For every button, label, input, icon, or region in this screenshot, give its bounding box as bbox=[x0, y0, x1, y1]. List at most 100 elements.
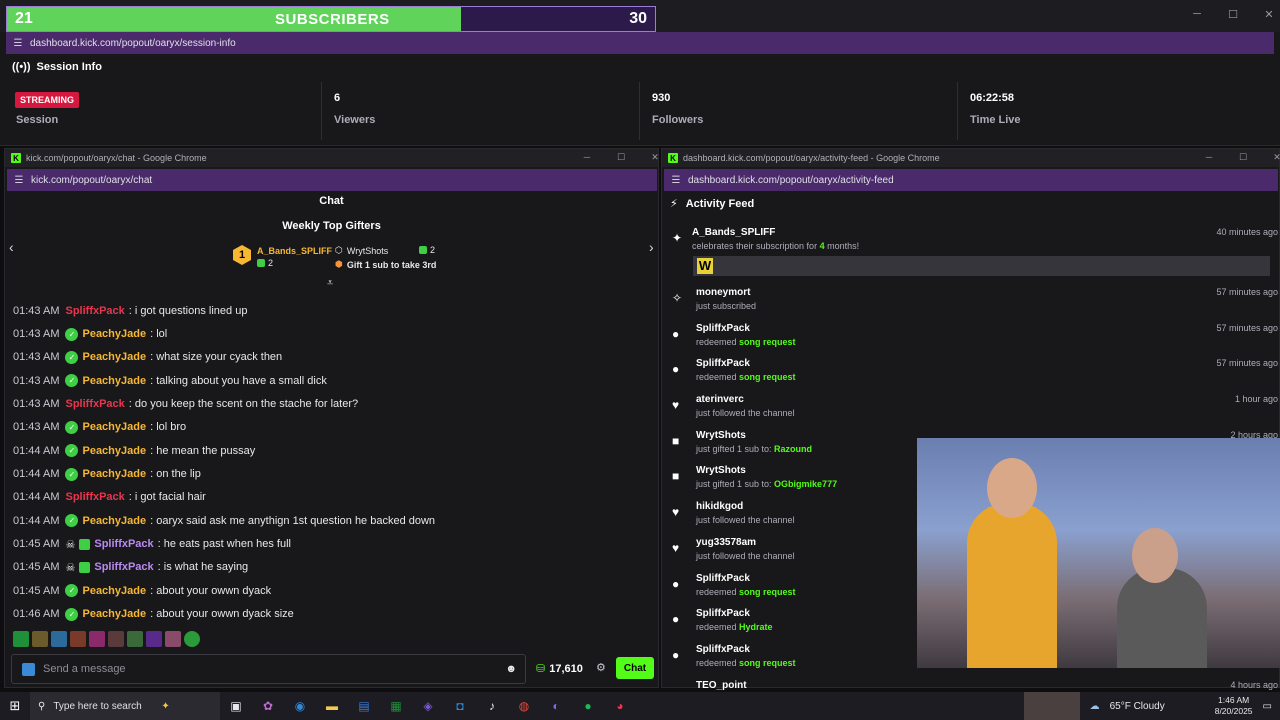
emoji-picker-icon[interactable]: ☻ bbox=[505, 663, 517, 675]
emote-icon[interactable] bbox=[146, 631, 162, 647]
gear-icon[interactable]: ⚙ bbox=[596, 661, 606, 674]
store-icon[interactable]: ▤ bbox=[348, 699, 380, 713]
emote-icon[interactable] bbox=[13, 631, 29, 647]
excel-icon[interactable]: ▦ bbox=[380, 699, 412, 713]
clock[interactable]: 1:46 AM 8/20/2025 bbox=[1215, 695, 1253, 717]
windows-start-icon[interactable]: ⊞ bbox=[0, 698, 30, 714]
feed-username[interactable]: WrytShots bbox=[696, 465, 746, 476]
feed-username[interactable]: SpliffxPack bbox=[696, 323, 750, 334]
feed-timestamp: 1 hour ago bbox=[1234, 394, 1278, 405]
gift-badge-icon bbox=[79, 538, 91, 550]
emote-icon[interactable] bbox=[70, 631, 86, 647]
stat-label: Session bbox=[16, 114, 59, 126]
feed-username[interactable]: TEO_point bbox=[696, 680, 747, 691]
feed-username[interactable]: aterinverc bbox=[696, 394, 744, 405]
message-username[interactable]: PeachyJade bbox=[82, 608, 146, 620]
gifter-entry[interactable]: ⬡ WrytShots bbox=[335, 245, 388, 256]
emote-icon[interactable] bbox=[127, 631, 143, 647]
chrome-icon[interactable]: ◍ bbox=[508, 699, 540, 713]
feed-username[interactable]: SpliffxPack bbox=[696, 608, 750, 619]
message-username[interactable]: SpliffxPack bbox=[65, 305, 124, 317]
chevron-right-icon[interactable]: › bbox=[649, 239, 654, 255]
edge-icon[interactable]: ◉ bbox=[284, 699, 316, 713]
chat-input-box[interactable]: ☻ bbox=[11, 654, 526, 684]
feed-username[interactable]: SpliffxPack bbox=[696, 644, 750, 655]
taskbar-search[interactable]: ⚲ ✦ bbox=[30, 692, 220, 720]
gift-badge-icon bbox=[79, 561, 91, 573]
task-view-icon[interactable]: ▣ bbox=[220, 699, 252, 713]
chat-message: 01:43 AM ✓ PeachyJade: talking about you h… bbox=[13, 369, 653, 392]
discord-icon[interactable]: ◐ bbox=[540, 699, 572, 713]
obs-icon[interactable]: ◕ bbox=[604, 699, 636, 713]
stat-followers: 930 Followers bbox=[639, 82, 957, 140]
rank-bronze-icon: ⬢ bbox=[335, 259, 343, 269]
feed-username[interactable]: hikidkgod bbox=[696, 501, 743, 512]
emote-icon[interactable] bbox=[165, 631, 181, 647]
close-icon[interactable]: ✕ bbox=[1262, 8, 1276, 21]
chevron-left-icon[interactable]: ‹ bbox=[9, 239, 14, 255]
message-username[interactable]: SpliffxPack bbox=[94, 538, 153, 550]
file-explorer-icon[interactable]: ▬ bbox=[316, 699, 348, 713]
message-username[interactable]: PeachyJade bbox=[82, 375, 146, 387]
site-settings-icon[interactable]: ☰ bbox=[664, 175, 688, 186]
gifter-name[interactable]: A_Bands_SPLIFF bbox=[257, 246, 332, 256]
feed-item: ● SpliffxPack redeemed song request 57 minu… bbox=[670, 352, 1278, 388]
close-icon[interactable]: ✕ bbox=[1270, 152, 1280, 163]
spotify-icon[interactable]: ● bbox=[572, 699, 604, 713]
feed-username[interactable]: moneymort bbox=[696, 287, 750, 298]
message-username[interactable]: PeachyJade bbox=[82, 328, 146, 340]
minimize-icon[interactable]: ─ bbox=[1190, 8, 1204, 21]
copilot-icon[interactable]: ✿ bbox=[252, 699, 284, 713]
message-username[interactable]: PeachyJade bbox=[82, 585, 146, 597]
message-username[interactable]: PeachyJade bbox=[82, 351, 146, 363]
emote-icon[interactable] bbox=[32, 631, 48, 647]
emote-icon[interactable] bbox=[51, 631, 67, 647]
chat-message-input[interactable] bbox=[43, 663, 483, 675]
minimize-icon[interactable]: ─ bbox=[1202, 152, 1216, 163]
emote-icon[interactable] bbox=[108, 631, 124, 647]
feed-username[interactable]: SpliffxPack bbox=[696, 358, 750, 369]
message-text: : do you keep the scent on the stache fo… bbox=[128, 398, 359, 411]
search-icon: ⚲ bbox=[38, 700, 46, 712]
emote-icon[interactable] bbox=[89, 631, 105, 647]
maximize-icon[interactable]: ☐ bbox=[1236, 152, 1250, 163]
address-bar[interactable]: ☰ dashboard.kick.com/popout/oaryx/sessio… bbox=[6, 32, 1274, 54]
feed-username[interactable]: yug33578am bbox=[696, 537, 756, 548]
streaming-badge: STREAMING bbox=[15, 92, 79, 108]
message-username[interactable]: PeachyJade bbox=[82, 515, 146, 527]
site-settings-icon[interactable]: ☰ bbox=[7, 175, 31, 186]
message-username[interactable]: PeachyJade bbox=[82, 468, 146, 480]
feed-username[interactable]: WrytShots bbox=[696, 430, 746, 441]
app-icon[interactable]: ◈ bbox=[412, 699, 444, 713]
feed-description: just followed the channel bbox=[696, 408, 795, 419]
message-username[interactable]: SpliffxPack bbox=[65, 491, 124, 503]
scroll-to-bottom-icon[interactable]: ⩡ bbox=[327, 277, 333, 290]
tiktok-icon[interactable]: ♪ bbox=[476, 699, 508, 713]
taskbar-search-input[interactable] bbox=[53, 700, 154, 712]
close-icon[interactable]: ✕ bbox=[648, 152, 662, 163]
notifications-icon[interactable]: ▭ bbox=[1263, 701, 1272, 712]
maximize-icon[interactable]: ☐ bbox=[1226, 8, 1240, 21]
send-chat-button[interactable]: Chat bbox=[616, 657, 654, 679]
chat-address-bar[interactable]: ☰ kick.com/popout/oaryx/chat bbox=[7, 169, 657, 191]
site-settings-icon[interactable]: ☰ bbox=[6, 38, 30, 49]
system-tray: ☁ 65°F Cloudy 1:46 AM 8/20/2025 ▭ bbox=[1023, 692, 1280, 720]
window-controls: ─ ☐ ✕ bbox=[1190, 8, 1276, 21]
minimize-icon[interactable]: ─ bbox=[580, 152, 594, 163]
message-username[interactable]: SpliffxPack bbox=[94, 561, 153, 573]
message-username[interactable]: SpliffxPack bbox=[65, 398, 124, 410]
chat-window: K kick.com/popout/oaryx/chat - Google Ch… bbox=[4, 148, 659, 688]
message-username[interactable]: PeachyJade bbox=[82, 445, 146, 457]
emote-icon[interactable] bbox=[184, 631, 200, 647]
maximize-icon[interactable]: ☐ bbox=[614, 152, 628, 163]
feed-username[interactable]: SpliffxPack bbox=[696, 573, 750, 584]
feed-description: just followed the channel bbox=[696, 550, 795, 561]
outlook-icon[interactable]: ◘ bbox=[444, 699, 476, 713]
weather-text[interactable]: 65°F Cloudy bbox=[1110, 701, 1165, 712]
feed-username[interactable]: A_Bands_SPLIFF bbox=[692, 227, 775, 238]
channel-points[interactable]: ⛁ 17,610 bbox=[536, 662, 583, 676]
message-username[interactable]: PeachyJade bbox=[82, 421, 146, 433]
feed-address-bar[interactable]: ☰ dashboard.kick.com/popout/oaryx/activi… bbox=[664, 169, 1278, 191]
rank-gold-icon: 1 bbox=[233, 245, 251, 265]
gift-to-take-third-button[interactable]: ⬢ Gift 1 sub to take 3rd bbox=[335, 259, 436, 270]
